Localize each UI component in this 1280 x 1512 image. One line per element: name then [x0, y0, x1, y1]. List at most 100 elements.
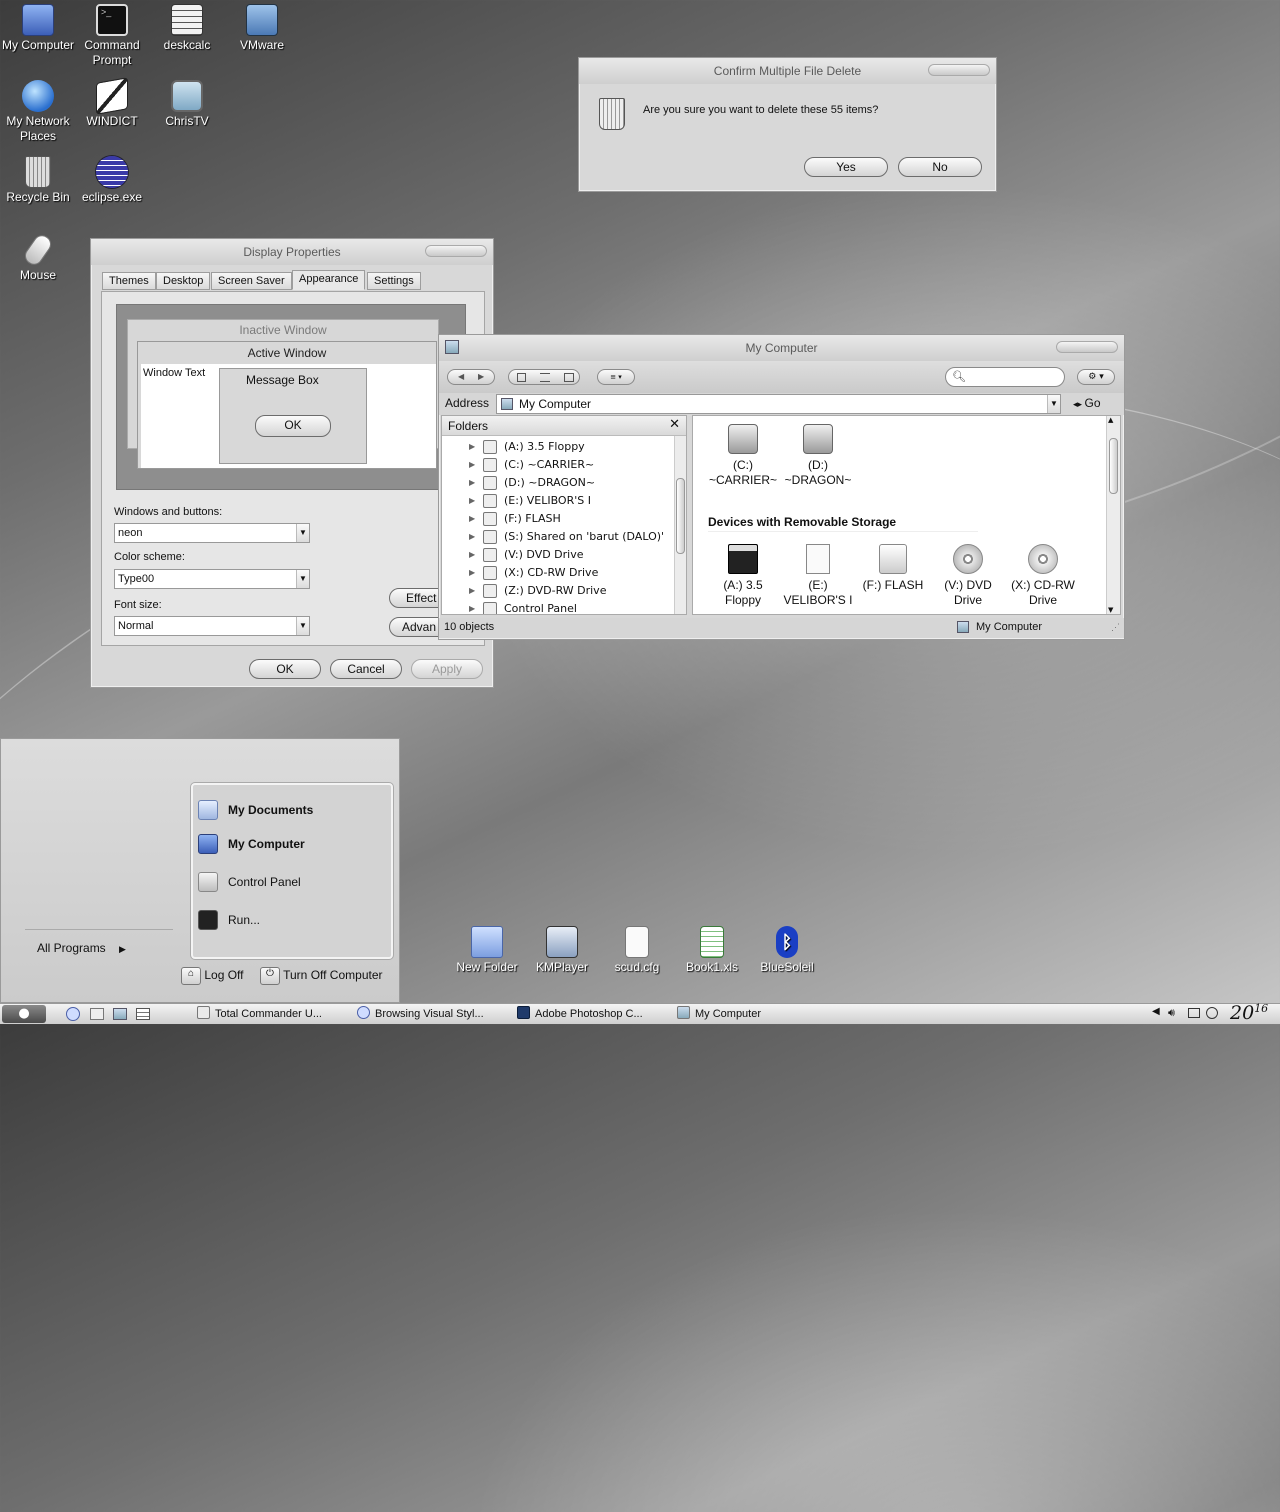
- drive-icon: [483, 566, 497, 580]
- tab-settings[interactable]: Settings: [367, 272, 421, 290]
- desktop-icon-book1-xls[interactable]: Book1.xls: [674, 926, 750, 975]
- chat-bubble-icon[interactable]: [1206, 1007, 1218, 1019]
- tree-scrollbar[interactable]: [674, 436, 686, 614]
- chevron-down-icon[interactable]: ▼: [296, 570, 309, 588]
- turn-off-button[interactable]: ⏻ Turn Off Computer: [260, 967, 383, 985]
- no-button[interactable]: No: [898, 157, 982, 177]
- window-controls[interactable]: [1056, 341, 1118, 353]
- desktop-icon-scud-cfg[interactable]: scud.cfg: [599, 926, 675, 975]
- go-button[interactable]: ◂▸ Go: [1073, 396, 1101, 410]
- tab-screen-saver[interactable]: Screen Saver: [211, 272, 292, 290]
- quick-launch-icon[interactable]: [66, 1007, 80, 1021]
- expand-arrow-icon[interactable]: ▶: [469, 438, 475, 456]
- tab-themes[interactable]: Themes: [102, 272, 156, 290]
- expand-arrow-icon[interactable]: ▶: [469, 582, 475, 600]
- search-input[interactable]: 🔍︎: [945, 367, 1065, 387]
- confirm-delete-titlebar[interactable]: Confirm Multiple File Delete: [579, 58, 996, 84]
- my-computer-titlebar[interactable]: My Computer: [439, 335, 1124, 361]
- expand-arrow-icon[interactable]: ▶: [469, 564, 475, 582]
- scrollbar-thumb[interactable]: [676, 478, 685, 554]
- all-programs-button[interactable]: All Programs ▶: [37, 941, 126, 955]
- scroll-down-icon[interactable]: ▼: [1108, 606, 1113, 614]
- drive-d[interactable]: (D:) ~DRAGON~: [778, 424, 858, 488]
- chevron-down-icon[interactable]: ▼: [296, 617, 309, 635]
- desktop-icon-christv[interactable]: ChrisTV: [149, 80, 225, 129]
- drive-v[interactable]: (V:) DVD Drive: [928, 544, 1008, 608]
- status-location: My Computer: [976, 621, 1043, 633]
- desktop-icon-label: BlueSoleil: [760, 960, 814, 974]
- status-object-count: 10 objects: [444, 621, 495, 633]
- back-arrow-icon[interactable]: ◀: [458, 370, 464, 384]
- ok-button[interactable]: OK: [249, 659, 321, 679]
- expand-arrow-icon[interactable]: ▶: [469, 492, 475, 510]
- window-controls[interactable]: [425, 245, 487, 257]
- desktop-icon-mouse[interactable]: Mouse: [0, 231, 76, 283]
- apply-button[interactable]: Apply: [411, 659, 483, 679]
- monitor-icon[interactable]: [1188, 1008, 1200, 1018]
- yes-button[interactable]: Yes: [804, 157, 888, 177]
- volume-icon[interactable]: 🔊︎: [1168, 1006, 1175, 1020]
- display-properties-titlebar[interactable]: Display Properties: [91, 239, 493, 265]
- expand-arrow-icon[interactable]: ▶: [469, 528, 475, 546]
- desktop-icon-label: ChrisTV: [165, 114, 209, 128]
- desktop-icon-new-folder[interactable]: New Folder: [449, 926, 525, 975]
- expand-arrow-icon[interactable]: ▶: [469, 474, 475, 492]
- clock[interactable]: 2016: [1230, 1002, 1268, 1024]
- content-scrollbar[interactable]: ▲ ▼: [1106, 416, 1120, 614]
- tab-appearance[interactable]: Appearance: [292, 270, 366, 290]
- color-scheme-select[interactable]: Type00 ▼: [114, 569, 310, 589]
- font-size-value: Normal: [118, 620, 154, 632]
- desktop-icon-recycle-bin[interactable]: Recycle Bin: [0, 156, 76, 205]
- taskbar-item-photoshop[interactable]: Adobe Photoshop C...: [517, 1006, 643, 1023]
- arrange-menu-icon[interactable]: ≡ ▾: [597, 369, 635, 385]
- task-label: Adobe Photoshop C...: [535, 1008, 643, 1020]
- desktop-icon-bluesoleil[interactable]: ᛒ BlueSoleil: [749, 926, 825, 975]
- taskbar-item-browsing[interactable]: Browsing Visual Styl...: [357, 1006, 484, 1023]
- expand-arrow-icon[interactable]: ▶: [469, 510, 475, 528]
- desktop-icon-vmware[interactable]: VMware: [224, 4, 300, 53]
- window-switcher-icon[interactable]: [136, 1008, 150, 1020]
- taskbar-item-my-computer[interactable]: My Computer: [677, 1006, 761, 1023]
- desktop-icon-command-prompt[interactable]: >_ Command Prompt: [74, 4, 150, 68]
- my-computer-window: My Computer ◀ ▶ ≡ ▾ 🔍︎ ⚙ ▾ Address My Co…: [438, 334, 1125, 640]
- drive-x[interactable]: (X:) CD-RW Drive: [1003, 544, 1083, 608]
- forward-arrow-icon[interactable]: ▶: [478, 370, 484, 384]
- start-button[interactable]: ●: [2, 1005, 46, 1023]
- tab-desktop[interactable]: Desktop: [156, 272, 211, 290]
- address-field[interactable]: My Computer ▼: [496, 394, 1061, 414]
- resize-grip-icon[interactable]: ⋰: [1111, 622, 1120, 633]
- gear-icon[interactable]: ⚙ ▾: [1077, 369, 1115, 385]
- desktop-icon-my-network-places[interactable]: My Network Places: [0, 80, 76, 144]
- drive-f[interactable]: (F:) FLASH: [853, 544, 933, 593]
- log-off-button[interactable]: ⌂ Log Off: [181, 967, 243, 985]
- scrollbar-thumb[interactable]: [1109, 438, 1118, 494]
- mail-icon[interactable]: [90, 1008, 104, 1020]
- font-size-select[interactable]: Normal ▼: [114, 616, 310, 636]
- icon-view-icon[interactable]: [517, 373, 526, 382]
- scroll-up-icon[interactable]: ▲: [1108, 416, 1113, 424]
- taskbar-item-total-commander[interactable]: Total Commander U...: [197, 1006, 322, 1023]
- chevron-down-icon[interactable]: ▼: [1047, 395, 1060, 413]
- close-icon[interactable]: ✕: [669, 417, 680, 432]
- show-desktop-icon[interactable]: [113, 1008, 127, 1020]
- desktop-icon-deskcalc[interactable]: deskcalc: [149, 4, 225, 53]
- column-view-icon[interactable]: [564, 373, 574, 382]
- chevron-down-icon[interactable]: ▼: [296, 524, 309, 542]
- window-controls[interactable]: [928, 64, 990, 76]
- expand-arrow-icon[interactable]: ▶: [469, 456, 475, 474]
- windows-buttons-select[interactable]: neon ▼: [114, 523, 310, 543]
- drive-a[interactable]: (A:) 3.5 Floppy: [703, 544, 783, 608]
- drive-e[interactable]: (E:) VELIBOR'S I: [778, 544, 858, 608]
- list-view-icon[interactable]: [540, 373, 550, 382]
- drive-c[interactable]: (C:) ~CARRIER~: [703, 424, 783, 488]
- back-forward-buttons[interactable]: ◀ ▶: [447, 369, 495, 385]
- desktop-icon-windict[interactable]: WINDICT: [74, 77, 150, 129]
- expand-arrow-icon[interactable]: ▶: [469, 600, 475, 614]
- desktop-icon-my-computer[interactable]: My Computer: [0, 4, 76, 53]
- cancel-button[interactable]: Cancel: [330, 659, 402, 679]
- view-mode-buttons[interactable]: [508, 369, 580, 385]
- desktop-icon-kmplayer[interactable]: KMPlayer: [524, 926, 600, 975]
- expand-arrow-icon[interactable]: ▶: [469, 546, 475, 564]
- desktop-icon-eclipse[interactable]: eclipse.exe: [74, 156, 150, 205]
- tray-expand-icon[interactable]: ◀: [1152, 1006, 1160, 1017]
